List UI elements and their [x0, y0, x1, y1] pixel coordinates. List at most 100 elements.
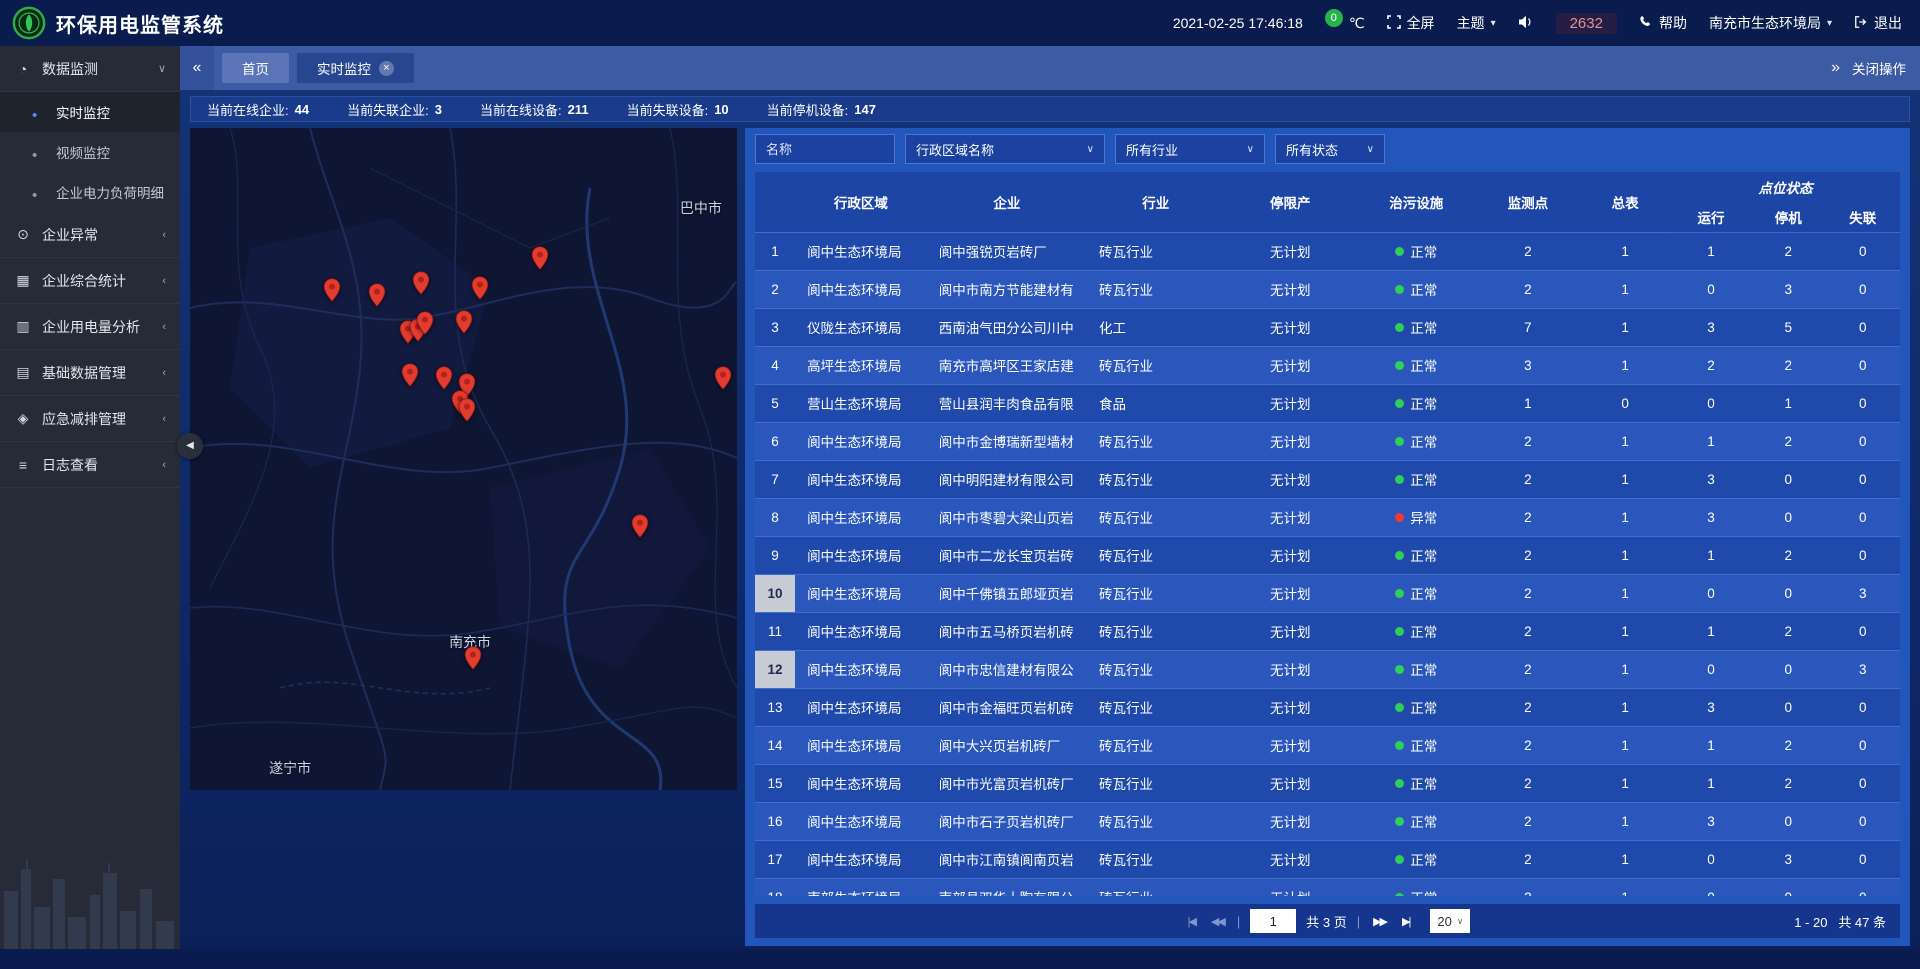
- help-button[interactable]: 帮助: [1639, 13, 1687, 33]
- first-page-button[interactable]: |◀: [1185, 915, 1198, 928]
- table-row[interactable]: 6阆中生态环境局阆中市金博瑞新型墙材砖瓦行业无计划正常21120: [755, 422, 1900, 460]
- map[interactable]: 巴中市南充市遂宁市: [190, 128, 737, 790]
- lost-count-cell: 3: [1826, 574, 1900, 612]
- map-pin[interactable]: [531, 246, 549, 270]
- chevron-icon: ‹: [162, 321, 166, 333]
- map-pin[interactable]: [464, 646, 482, 670]
- sidebar-item[interactable]: •企业电力负荷明细: [0, 172, 180, 212]
- table-row[interactable]: 7阆中生态环境局阆中明阳建材有限公司砖瓦行业无计划正常21300: [755, 460, 1900, 498]
- page-number-input[interactable]: [1250, 909, 1296, 933]
- tab-scroll-left-button[interactable]: «: [180, 46, 214, 90]
- stat-value: 211: [568, 102, 589, 117]
- table-row[interactable]: 16阆中生态环境局阆中市石子页岩机砖厂砖瓦行业无计划正常21300: [755, 802, 1900, 840]
- skyline-decoration: [0, 819, 180, 969]
- table-row[interactable]: 2阆中生态环境局阆中市南方节能建材有砖瓦行业无计划正常21030: [755, 270, 1900, 308]
- region-cell: 阆中生态环境局: [795, 232, 927, 270]
- logout-button[interactable]: 退出: [1854, 13, 1902, 33]
- status-dot-icon: [1395, 323, 1404, 332]
- close-icon[interactable]: ×: [379, 61, 394, 76]
- limit-cell: 无计划: [1224, 764, 1356, 802]
- next-page-button[interactable]: ▶▶: [1370, 915, 1389, 928]
- table-row[interactable]: 10阆中生态环境局阆中千佛镇五郎垭页岩砖瓦行业无计划正常21003: [755, 574, 1900, 612]
- industry-cell: 化工: [1087, 308, 1224, 346]
- run-count-cell: 1: [1671, 764, 1751, 802]
- org-dropdown[interactable]: 南充市生态环境局 ▾: [1709, 13, 1832, 33]
- table-row[interactable]: 11阆中生态环境局阆中市五马桥页岩机砖砖瓦行业无计划正常21120: [755, 612, 1900, 650]
- tab-scroll-right-button[interactable]: »: [1831, 46, 1840, 90]
- pagination-bar: |◀ ◀◀ | 共 3 页 | ▶▶ ▶| 20 ∨: [755, 904, 1900, 938]
- stat-item: 当前在线设备: 211: [480, 100, 589, 119]
- table-row[interactable]: 13阆中生态环境局阆中市金福旺页岩机砖砖瓦行业无计划正常21300: [755, 688, 1900, 726]
- map-pin[interactable]: [401, 363, 419, 387]
- chevron-icon: ‹: [162, 367, 166, 379]
- sidebar-group[interactable]: ▤基础数据管理‹: [0, 350, 180, 396]
- temperature-unit: ℃: [1349, 15, 1365, 32]
- region-filter-select[interactable]: 行政区域名称 ∨: [905, 134, 1105, 164]
- map-pin[interactable]: [471, 276, 489, 300]
- theme-dropdown[interactable]: 主题 ▾: [1457, 13, 1496, 33]
- speaker-icon: [1518, 15, 1534, 32]
- table-row[interactable]: 3仪陇生态环境局西南油气田分公司川中化工无计划正常71350: [755, 308, 1900, 346]
- sidebar-item-label: 视频监控: [56, 142, 110, 162]
- meter-count-cell: 1: [1579, 726, 1671, 764]
- prev-page-button[interactable]: ◀◀: [1208, 915, 1227, 928]
- close-operations-button[interactable]: 关闭操作: [1852, 58, 1906, 78]
- map-pin[interactable]: [412, 271, 430, 295]
- facility-cell: 正常: [1356, 460, 1476, 498]
- sidebar-item[interactable]: •视频监控: [0, 132, 180, 172]
- tab-realtime-monitor[interactable]: 实时监控 ×: [297, 53, 414, 83]
- table-row[interactable]: 1阆中生态环境局阆中强锐页岩砖厂砖瓦行业无计划正常21120: [755, 232, 1900, 270]
- last-page-button[interactable]: ▶|: [1399, 915, 1412, 928]
- table-row[interactable]: 5营山生态环境局营山县润丰肉食品有限食品无计划正常10010: [755, 384, 1900, 422]
- chevron-icon: ‹: [162, 229, 166, 241]
- sidebar-group[interactable]: ⊙企业异常‹: [0, 212, 180, 258]
- enterprise-table: 行政区域 企业 行业 停限产 治污设施 监测点 总表 点位状态 运行: [755, 172, 1900, 896]
- table-row[interactable]: 9阆中生态环境局阆中市二龙长宝页岩砖砖瓦行业无计划正常21120: [755, 536, 1900, 574]
- table-row[interactable]: 18南部生态环境局南部县双华土陶有限公砖瓦行业无计划正常21000: [755, 878, 1900, 896]
- map-pin[interactable]: [323, 278, 341, 302]
- facility-status-label: 正常: [1410, 245, 1437, 260]
- sidebar-group[interactable]: ▦企业综合统计‹: [0, 258, 180, 304]
- sidebar-item[interactable]: •实时监控: [0, 92, 180, 132]
- map-pin[interactable]: [368, 283, 386, 307]
- table-row[interactable]: 4高坪生态环境局南充市高坪区王家店建砖瓦行业无计划正常31220: [755, 346, 1900, 384]
- sidebar-group[interactable]: ◈应急减排管理‹: [0, 396, 180, 442]
- status-dot-icon: [1395, 437, 1404, 446]
- map-pin[interactable]: [416, 311, 434, 335]
- sidebar-group[interactable]: ▥企业用电量分析‹: [0, 304, 180, 350]
- map-pin[interactable]: [631, 514, 649, 538]
- industry-filter-select[interactable]: 所有行业 ∨: [1115, 134, 1265, 164]
- table-row[interactable]: 15阆中生态环境局阆中市光富页岩机砖厂砖瓦行业无计划正常21120: [755, 764, 1900, 802]
- map-pin[interactable]: [458, 398, 476, 422]
- table-row[interactable]: 17阆中生态环境局阆中市江南镇阆南页岩砖瓦行业无计划正常21030: [755, 840, 1900, 878]
- table-row[interactable]: 14阆中生态环境局阆中大兴页岩机砖厂砖瓦行业无计划正常21120: [755, 726, 1900, 764]
- content-area: 巴中市南充市遂宁市 ◀ 行政区域名称 ∨ 所有行业 ∨: [180, 128, 1920, 946]
- table-row[interactable]: 8阆中生态环境局阆中市枣碧大梁山页岩砖瓦行业无计划异常21300: [755, 498, 1900, 536]
- map-pin[interactable]: [435, 366, 453, 390]
- monitor-count-cell: 2: [1476, 498, 1579, 536]
- stat-label: 当前在线设备:: [480, 100, 562, 119]
- alarm-count-badge: 2632: [1556, 13, 1617, 34]
- fullscreen-button[interactable]: 全屏: [1387, 13, 1435, 33]
- status-dot-icon: [1395, 817, 1404, 826]
- map-collapse-button[interactable]: ◀: [177, 433, 203, 459]
- tab-home[interactable]: 首页: [222, 53, 289, 83]
- status-filter-select[interactable]: 所有状态 ∨: [1275, 134, 1385, 164]
- chevron-icon: ‹: [162, 275, 166, 287]
- meter-count-cell: 1: [1579, 308, 1671, 346]
- map-pin[interactable]: [455, 310, 473, 334]
- stop-count-cell: 2: [1751, 346, 1825, 384]
- row-index-cell: 10: [755, 574, 795, 612]
- status-dot-icon: [1395, 741, 1404, 750]
- name-filter-input[interactable]: [755, 134, 895, 164]
- alarm-speaker-button[interactable]: [1518, 15, 1534, 32]
- sidebar-group[interactable]: ◔数据监测∨: [0, 46, 180, 92]
- map-pin[interactable]: [714, 366, 732, 390]
- sidebar-group[interactable]: ≡日志查看‹: [0, 442, 180, 488]
- facility-cell: 正常: [1356, 726, 1476, 764]
- meter-count-cell: 1: [1579, 764, 1671, 802]
- chevron-down-icon: ∨: [1247, 144, 1254, 155]
- table-row[interactable]: 12阆中生态环境局阆中市忠信建材有限公砖瓦行业无计划正常21003: [755, 650, 1900, 688]
- page-size-select[interactable]: 20 ∨: [1430, 909, 1470, 933]
- sidebar-item-label: 实时监控: [56, 102, 110, 122]
